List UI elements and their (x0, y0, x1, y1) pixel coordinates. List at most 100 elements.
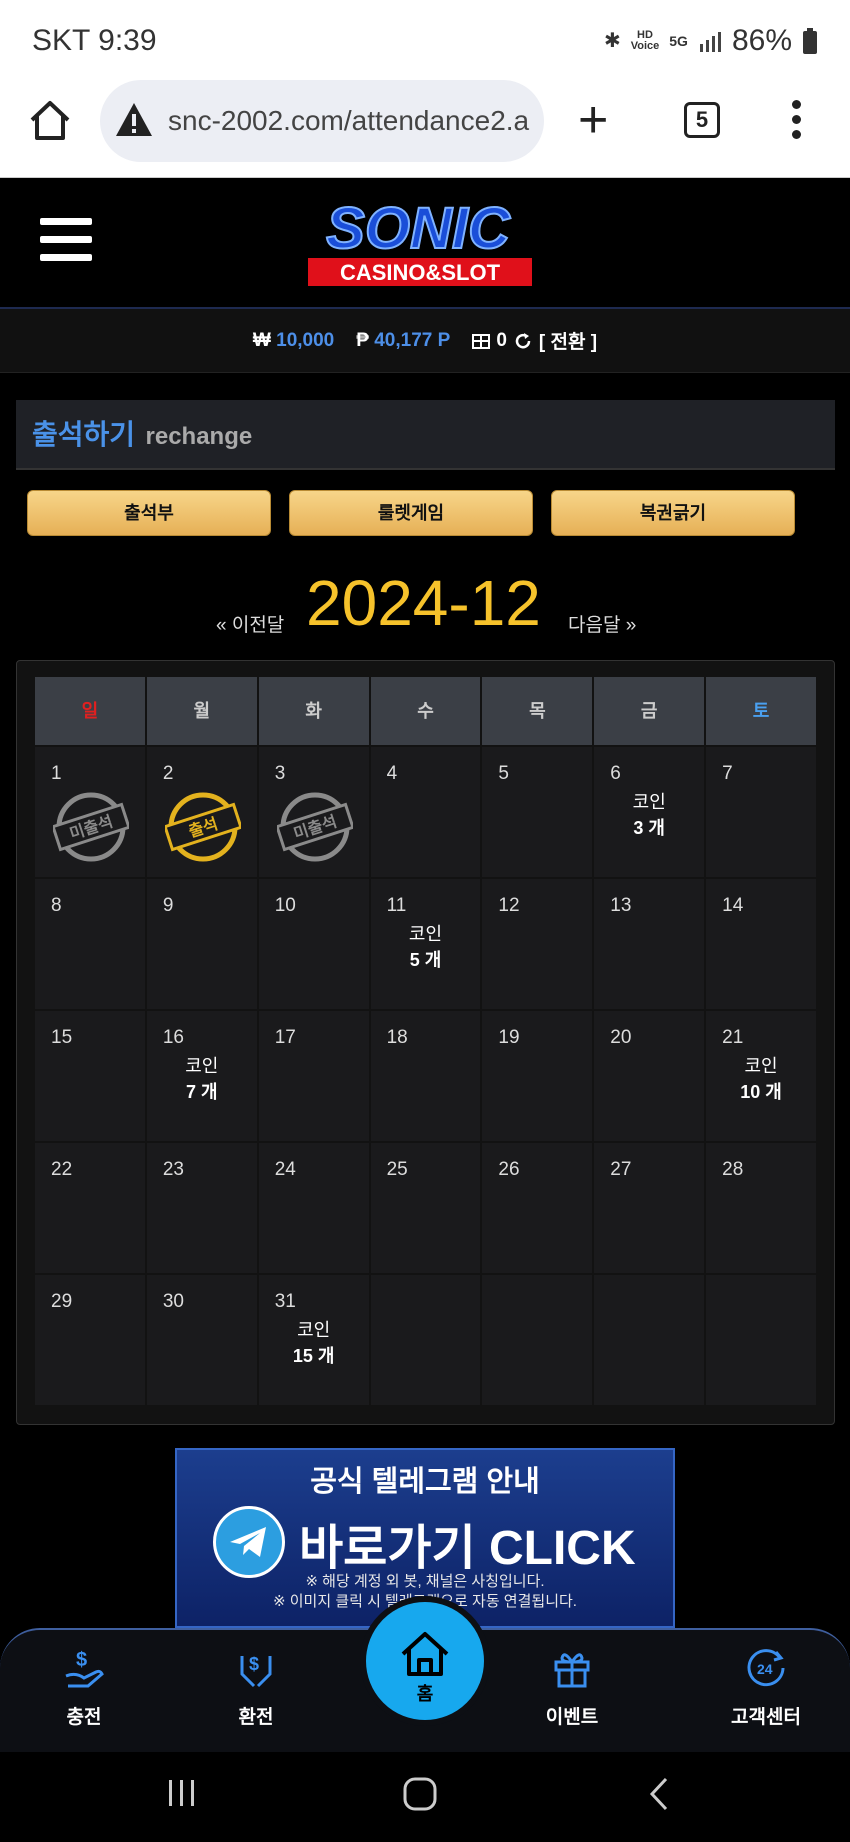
bluetooth-icon: ✱ (603, 30, 621, 52)
calendar-day: 8 (35, 879, 145, 1009)
coin-count: 0 (496, 329, 507, 351)
site-logo[interactable]: SONIC CASINO&SLOT (280, 196, 556, 296)
calendar-week: 8 9 10 11 코인 5 개 12 13 14 (35, 879, 816, 1009)
day-number: 1 (51, 763, 62, 784)
calendar-week: 29 30 31 코인 15 개 (35, 1275, 816, 1405)
day-number: 7 (722, 763, 733, 784)
coin-reward: 코인 3 개 (594, 789, 704, 841)
day-number: 22 (51, 1159, 73, 1180)
day-number: 30 (162, 1291, 184, 1312)
calendar-day: 19 (482, 1011, 593, 1141)
weekday-tue: 화 (258, 677, 369, 745)
weekday-sun: 일 (35, 677, 145, 745)
nav-home[interactable]: 홈 (360, 1596, 490, 1726)
back-icon[interactable] (648, 1776, 670, 1812)
svg-text:SONIC: SONIC (326, 196, 511, 261)
nav-event[interactable]: 이벤트 (512, 1646, 632, 1729)
calendar-day: 15 (35, 1011, 145, 1141)
battery-percent: 86% (731, 24, 792, 57)
calendar-day: 6 코인 3 개 (594, 747, 705, 877)
calendar-day: 9 (146, 879, 257, 1009)
day-number: 23 (162, 1159, 184, 1180)
page-title-ko: 출석하기 (32, 419, 136, 450)
system-home-icon[interactable] (402, 1776, 438, 1812)
convert-link[interactable]: [ 전환 ] (539, 327, 597, 354)
calendar-day: 11 코인 5 개 (370, 879, 481, 1009)
url-bar[interactable]: snc-2002.com/attendance2.a (100, 80, 544, 162)
calendar-day: 24 (258, 1143, 369, 1273)
svg-text:CASINO&SLOT: CASINO&SLOT (340, 260, 501, 285)
calendar-day (706, 1275, 816, 1405)
day-number: 19 (498, 1027, 520, 1048)
tab-switcher-button[interactable]: 5 (684, 102, 720, 138)
calendar-day (594, 1275, 705, 1405)
svg-text:$: $ (76, 1649, 87, 1671)
day-number: 3 (274, 763, 286, 784)
calendar-day (482, 1275, 593, 1405)
day-number: 5 (498, 763, 509, 784)
calendar-day: 16 코인 7 개 (146, 1011, 257, 1141)
coin-label: 코인 (632, 792, 666, 812)
day-number: 18 (386, 1027, 408, 1048)
calendar-day: 26 (482, 1143, 593, 1273)
lottery-button[interactable]: 복권긁기 (551, 490, 795, 536)
calendar-day: 1 미출석 (35, 747, 145, 877)
nav-charge[interactable]: $ 충전 (24, 1646, 144, 1729)
day-number: 15 (51, 1027, 73, 1048)
banner-title: 공식 텔레그램 안내 (310, 1466, 540, 1498)
coin-amount: 10 개 (740, 1082, 782, 1102)
day-number: 9 (162, 895, 174, 916)
browser-menu-icon[interactable] (792, 100, 802, 145)
calendar-day: 3 미출석 (258, 747, 369, 877)
attendance-button[interactable]: 출석부 (27, 490, 271, 536)
day-number: 8 (51, 895, 62, 916)
attendance-calendar: 일 월 화 수 목 금 토 1 미출석 2 출석 3 미출석 4 5 6 코인 3 개 7 8 9 10 11… (16, 660, 835, 1425)
weekday-wed: 수 (370, 677, 481, 745)
nav-support[interactable]: 24 고객센터 (706, 1646, 826, 1729)
coin-amount: 15 개 (292, 1346, 335, 1366)
day-number: 28 (722, 1159, 744, 1180)
month-navigation: « 이전달 2024-12 다음달 » (0, 566, 850, 646)
coin-amount: 3 개 (633, 818, 665, 838)
next-month-link[interactable]: 다음달 » (568, 610, 636, 637)
exchange-icon: $ (240, 1654, 272, 1688)
refresh-icon[interactable] (513, 331, 533, 351)
attended-stamp-icon: 출석 (164, 792, 241, 862)
calendar-day: 20 (594, 1011, 705, 1141)
day-number: 2 (162, 763, 174, 784)
calendar-day: 22 (35, 1143, 145, 1273)
day-number: 31 (274, 1291, 296, 1312)
point-icon: ₱ (356, 329, 369, 351)
browser-home-icon[interactable] (28, 98, 72, 142)
browser-toolbar: snc-2002.com/attendance2.a + 5 (0, 80, 850, 178)
weekday-sat: 토 (706, 677, 816, 745)
money-value: 10,000 (276, 329, 335, 351)
hamburger-menu-icon[interactable] (40, 218, 92, 272)
weekday-mon: 월 (146, 677, 257, 745)
roulette-button[interactable]: 룰렛게임 (289, 490, 533, 536)
calendar-day: 30 (146, 1275, 257, 1405)
calendar-day: 5 (482, 747, 593, 877)
calendar-day: 28 (706, 1143, 816, 1273)
system-navigation-bar (0, 1752, 850, 1842)
calendar-day (370, 1275, 481, 1405)
calendar-day: 23 (146, 1143, 257, 1273)
day-number: 16 (162, 1027, 184, 1048)
day-number: 14 (722, 895, 744, 916)
nav-exchange[interactable]: $ 환전 (196, 1646, 316, 1729)
warning-icon[interactable] (114, 100, 154, 140)
day-number: 27 (610, 1159, 632, 1180)
calendar-day: 17 (258, 1011, 369, 1141)
day-number: 4 (386, 763, 398, 784)
url-text: snc-2002.com/attendance2.a (168, 105, 530, 136)
recent-apps-icon[interactable] (166, 1776, 198, 1810)
coin-amount: 5 개 (409, 950, 442, 970)
new-tab-button[interactable]: + (578, 94, 608, 146)
calendar-day: 4 (370, 747, 481, 877)
prev-month-link[interactable]: « 이전달 (216, 610, 284, 637)
day-number: 6 (610, 763, 621, 784)
coin-label: 코인 (744, 1056, 778, 1076)
carrier-time: SKT 9:39 (32, 24, 157, 57)
calendar-day: 2 출석 (146, 747, 257, 877)
calendar-week: 15 16 코인 7 개 17 18 19 20 21 코인 10 개 (35, 1011, 816, 1141)
